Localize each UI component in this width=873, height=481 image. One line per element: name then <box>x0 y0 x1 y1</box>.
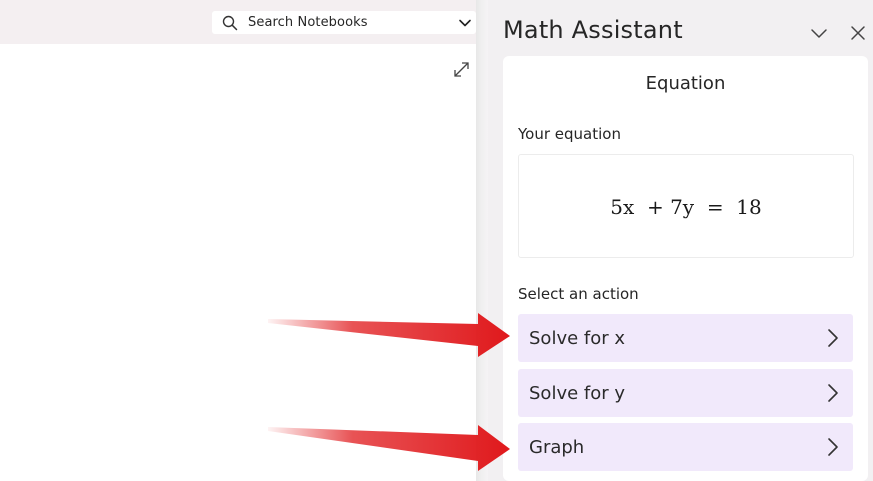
notebook-canvas[interactable]: Search Notebooks <box>0 0 476 481</box>
chevron-right-icon <box>828 384 838 402</box>
panel-title: Math Assistant <box>503 16 683 44</box>
select-action-label: Select an action <box>518 285 639 303</box>
graph-button[interactable]: Graph <box>518 423 853 471</box>
notebook-toolbar: Search Notebooks <box>0 0 476 44</box>
expand-icon[interactable] <box>452 60 471 79</box>
red-arrow-icon <box>268 313 510 357</box>
action-label: Solve for y <box>529 383 626 404</box>
equation-card: Equation Your equation 5x + 7y = 18 Sele… <box>503 56 868 481</box>
search-notebooks-label: Search Notebooks <box>248 15 368 30</box>
equation-display: 5x + 7y = 18 <box>518 154 854 258</box>
close-icon[interactable] <box>848 23 868 43</box>
solve-for-y-button[interactable]: Solve for y <box>518 369 853 417</box>
chevron-right-icon <box>828 329 838 347</box>
your-equation-label: Your equation <box>518 125 621 143</box>
chevron-right-icon <box>828 438 838 456</box>
action-label: Solve for x <box>529 328 626 349</box>
red-arrow-icon <box>268 425 510 471</box>
chevron-down-icon[interactable] <box>458 16 472 30</box>
chevron-down-icon[interactable] <box>809 23 829 43</box>
search-notebooks-box[interactable]: Search Notebooks <box>212 11 476 34</box>
equation-text: 5x + 7y = 18 <box>610 195 762 219</box>
search-icon <box>222 15 238 31</box>
action-label: Graph <box>529 437 585 458</box>
solve-for-x-button[interactable]: Solve for x <box>518 314 853 362</box>
card-title: Equation <box>645 73 726 94</box>
pane-divider[interactable] <box>476 0 488 481</box>
